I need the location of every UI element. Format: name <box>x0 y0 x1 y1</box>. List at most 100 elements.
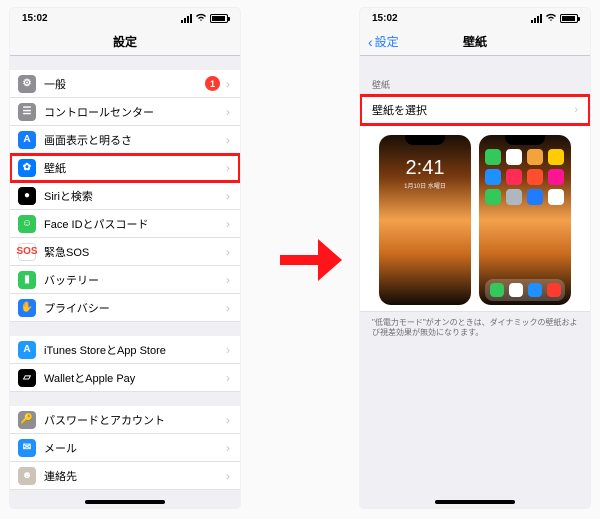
notification-badge: 1 <box>205 76 220 91</box>
battery-icon: ▮ <box>18 271 36 289</box>
chevron-right-icon: › <box>574 104 578 116</box>
row-label: 緊急SOS <box>44 244 226 260</box>
lock-screen-preview[interactable]: 2:41 1月10日 水曜日 <box>379 135 471 305</box>
chevron-right-icon: › <box>226 469 230 483</box>
chevron-right-icon: › <box>226 273 230 287</box>
wallpaper-previews: 2:41 1月10日 水曜日 <box>360 125 590 311</box>
row-battery[interactable]: ▮ バッテリー› <box>10 266 240 294</box>
dock-app-icon <box>490 283 504 297</box>
dock-app-icon <box>547 283 561 297</box>
app-icon <box>506 189 522 205</box>
row-label: コントロールセンター <box>44 104 226 120</box>
wallpaper-icon: ✿ <box>18 159 36 177</box>
siri-search-icon: ● <box>18 187 36 205</box>
app-icon <box>485 149 501 165</box>
page-title: 壁紙 <box>463 33 487 50</box>
row-label: プライバシー <box>44 300 226 316</box>
passwords-accounts-icon: 🔑 <box>18 411 36 429</box>
row-faceid-passcode[interactable]: ☺ Face IDとパスコード› <box>10 210 240 238</box>
dock <box>485 279 565 301</box>
settings-phone: 15:02 設定 ⚙一般1›☰コントロールセンター›A画面表示と明るさ›✿壁紙›… <box>10 8 240 508</box>
row-siri-search[interactable]: ● Siriと検索› <box>10 182 240 210</box>
battery-icon <box>560 14 578 23</box>
page-title: 設定 <box>113 33 137 50</box>
cellular-icon <box>531 14 542 23</box>
row-wallpaper[interactable]: ✿ 壁紙› <box>10 154 240 182</box>
settings-list[interactable]: ⚙一般1›☰コントロールセンター›A画面表示と明るさ›✿壁紙›●Siriと検索›… <box>10 56 240 490</box>
row-label: 連絡先 <box>44 468 226 484</box>
row-label: パスワードとアカウント <box>44 412 226 428</box>
chevron-right-icon: › <box>226 77 230 91</box>
home-screen-preview[interactable] <box>479 135 571 305</box>
notch-icon <box>505 135 545 145</box>
app-icon <box>527 149 543 165</box>
home-indicator <box>85 500 165 504</box>
battery-icon <box>210 14 228 23</box>
choose-wallpaper-row[interactable]: 壁紙を選択 › <box>360 95 590 125</box>
navbar: ‹ 設定 壁紙 <box>360 28 590 56</box>
row-general[interactable]: ⚙一般1› <box>10 70 240 98</box>
wifi-icon <box>195 12 207 25</box>
row-label: WalletとApple Pay <box>44 370 226 386</box>
app-icon <box>506 169 522 185</box>
row-label: メール <box>44 440 226 456</box>
chevron-right-icon: › <box>226 441 230 455</box>
row-itunes-appstore[interactable]: AiTunes StoreとApp Store› <box>10 336 240 364</box>
row-label: 壁紙 <box>44 160 226 176</box>
chevron-right-icon: › <box>226 217 230 231</box>
status-indicators <box>181 12 228 25</box>
chevron-right-icon: › <box>226 189 230 203</box>
app-icon <box>548 149 564 165</box>
section-header: 壁紙 <box>360 56 590 95</box>
status-bar: 15:02 <box>10 8 240 28</box>
row-emergency-sos[interactable]: SOS緊急SOS› <box>10 238 240 266</box>
app-icon <box>485 189 501 205</box>
row-display-brightness[interactable]: A 画面表示と明るさ› <box>10 126 240 154</box>
faceid-passcode-icon: ☺ <box>18 215 36 233</box>
privacy-icon: ✋ <box>18 299 36 317</box>
dock-app-icon <box>528 283 542 297</box>
chevron-right-icon: › <box>226 245 230 259</box>
wallet-applepay-icon: ▱ <box>18 369 36 387</box>
chevron-right-icon: › <box>226 161 230 175</box>
chevron-left-icon: ‹ <box>368 35 373 49</box>
wifi-icon <box>545 12 557 25</box>
app-icon <box>548 169 564 185</box>
app-icon <box>527 169 543 185</box>
row-passwords-accounts[interactable]: 🔑 パスワードとアカウント› <box>10 406 240 434</box>
chevron-right-icon: › <box>226 413 230 427</box>
contacts-icon: ☻ <box>18 467 36 485</box>
row-label: Siriと検索 <box>44 188 226 204</box>
status-time: 15:02 <box>22 13 48 24</box>
row-label: 画面表示と明るさ <box>44 132 226 148</box>
status-indicators <box>531 12 578 25</box>
row-privacy[interactable]: ✋プライバシー› <box>10 294 240 322</box>
app-icon <box>485 169 501 185</box>
row-label: 一般 <box>44 76 205 92</box>
cellular-icon <box>181 14 192 23</box>
itunes-appstore-icon: A <box>18 341 36 359</box>
display-brightness-icon: A <box>18 131 36 149</box>
control-center-icon: ☰ <box>18 103 36 121</box>
row-control-center[interactable]: ☰コントロールセンター› <box>10 98 240 126</box>
status-time: 15:02 <box>372 13 398 24</box>
row-mail[interactable]: ✉メール› <box>10 434 240 462</box>
preview-date: 1月10日 水曜日 <box>379 181 471 190</box>
row-contacts[interactable]: ☻ 連絡先› <box>10 462 240 490</box>
status-bar: 15:02 <box>360 8 590 28</box>
app-icon <box>506 149 522 165</box>
footnote: "低電力モード"がオンのときは、ダイナミックの壁紙および視差効果が無効になります… <box>360 311 590 351</box>
app-icon <box>527 189 543 205</box>
app-icon <box>548 189 564 205</box>
chevron-right-icon: › <box>226 343 230 357</box>
row-label: Face IDとパスコード <box>44 216 226 232</box>
choose-wallpaper-label: 壁紙を選択 <box>372 102 427 118</box>
chevron-right-icon: › <box>226 371 230 385</box>
arrow-right-icon <box>280 245 340 275</box>
back-button[interactable]: ‹ 設定 <box>368 33 399 50</box>
row-label: バッテリー <box>44 272 226 288</box>
chevron-right-icon: › <box>226 133 230 147</box>
preview-clock: 2:41 <box>379 157 471 180</box>
row-wallet-applepay[interactable]: ▱ WalletとApple Pay› <box>10 364 240 392</box>
notch-icon <box>405 135 445 145</box>
